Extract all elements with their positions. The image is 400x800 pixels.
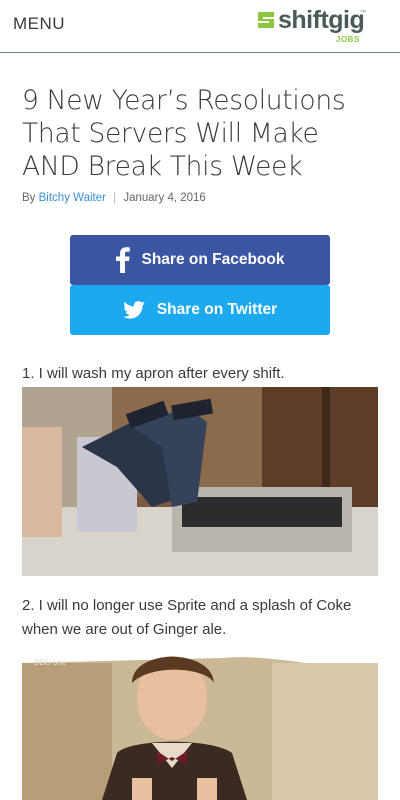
resolution-item-text: 2. I will no longer use Sprite and a spl… — [22, 597, 352, 638]
byline-separator: | — [113, 192, 117, 204]
shiftgig-logo-icon — [258, 12, 274, 28]
resolution-item-text: 1. I will wash my apron after every shif… — [22, 365, 285, 382]
resolution-gif-image: BBC one — [22, 643, 378, 800]
byline-prefix: By — [22, 192, 36, 204]
logo-subtitle: JOBS — [336, 35, 360, 44]
logo-wordmark: shiftgig — [278, 6, 365, 34]
menu-button[interactable]: MENU — [13, 14, 65, 34]
logo-trademark: ™ — [360, 10, 366, 16]
shiftgig-logo[interactable]: shiftgig ™ JOBS — [256, 6, 376, 48]
site-header: MENU shiftgig ™ JOBS — [0, 0, 400, 53]
share-twitter-button[interactable]: Share on Twitter — [70, 285, 330, 335]
share-facebook-label: Share on Facebook — [141, 251, 285, 268]
share-facebook-button[interactable]: Share on Facebook — [70, 235, 330, 285]
svg-text:BBC one: BBC one — [34, 658, 67, 667]
facebook-icon — [115, 247, 130, 273]
article-byline: By Bitchy Waiter | January 4, 2016 — [22, 192, 206, 204]
share-twitter-label: Share on Twitter — [156, 301, 278, 318]
publish-date: January 4, 2016 — [123, 192, 206, 204]
author-link[interactable]: Bitchy Waiter — [39, 192, 106, 204]
twitter-icon — [123, 301, 145, 319]
resolution-gif-image — [22, 387, 378, 576]
article-title: 9 New Year’s Resolutions That Servers Wi… — [22, 85, 346, 182]
